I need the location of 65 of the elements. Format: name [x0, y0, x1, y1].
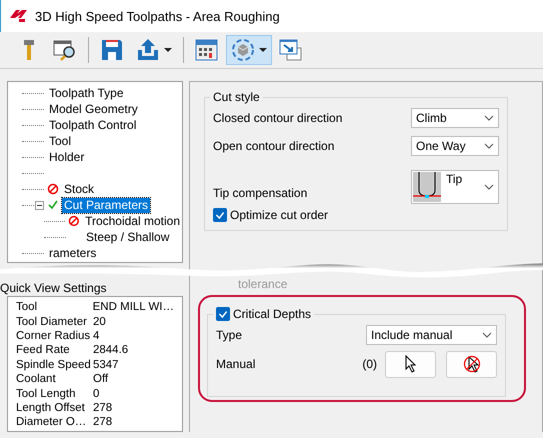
table-cell: END MILL WI… [92, 301, 174, 314]
table-cell-text: Tool [16, 301, 38, 314]
table-cell-text: Diameter O… [16, 416, 88, 428]
table-cell: Off [93, 373, 108, 386]
field-label: Type [216, 328, 242, 342]
table-cell: 5347 [93, 358, 119, 371]
caret-icon [164, 48, 172, 52]
cube-view-icon [231, 38, 255, 62]
tree-item[interactable]: Toolpath Control [47, 118, 138, 132]
collapse-icon[interactable] [35, 200, 44, 210]
chevron-down-icon [484, 115, 494, 121]
table-cell: 278 [93, 402, 112, 414]
tool-tip-icon [413, 172, 441, 202]
table-search-icon [53, 38, 77, 62]
select-button[interactable] [385, 350, 436, 378]
field-label: Manual [216, 357, 256, 371]
dropdown[interactable]: Climb [411, 108, 499, 128]
table-cell: 4 [93, 330, 100, 342]
table-cell: 0 [93, 388, 100, 400]
tree-item[interactable]: Stock [62, 182, 96, 196]
checkbox-label: Optimize cut order [230, 208, 328, 222]
table-cell: 278 [93, 416, 112, 428]
tree-item[interactable]: Model Geometry [47, 102, 140, 116]
save-icon [100, 38, 124, 62]
tree-item[interactable]: Steep / Shallow [84, 230, 172, 244]
app-logo-icon [9, 8, 29, 24]
field-label: Tip compensation [213, 186, 308, 200]
caret-icon [259, 48, 267, 52]
table-cell-text: Tool Diameter [16, 316, 88, 328]
field-label: Closed contour direction [213, 111, 342, 125]
dropdown[interactable]: Tip [411, 170, 499, 204]
dropdown[interactable]: Include manual [366, 325, 497, 345]
cursor-icon [404, 355, 416, 373]
count-label: (0) [362, 357, 377, 371]
window-title: 3D High Speed Toolpaths - Area Roughing [35, 8, 280, 24]
table-cell-text: Spindle Speed [16, 358, 92, 371]
tree-item[interactable]: Cut Parameters [62, 198, 150, 212]
tree-item[interactable]: rameters [47, 246, 98, 260]
table-cell-text: Feed Rate [16, 344, 71, 356]
chevron-down-icon [482, 332, 492, 338]
field-label: Open contour direction [213, 139, 334, 153]
tree-item[interactable]: Trochoidal motion [83, 214, 182, 228]
group-title: Cut style [212, 90, 261, 104]
chevron-down-icon [484, 184, 494, 190]
calculator-icon [195, 38, 219, 62]
clear-button[interactable] [446, 350, 497, 378]
upload-icon [136, 38, 160, 62]
no-cursor-icon [462, 355, 480, 373]
table-cell: 2844.6 [93, 344, 128, 356]
panel-title: Quick View Settings [0, 281, 108, 296]
checkbox[interactable] [216, 307, 230, 321]
tree-item[interactable]: Holder [47, 150, 86, 164]
tree-item[interactable]: Toolpath Type [47, 86, 126, 100]
field-label: tolerance [238, 277, 288, 291]
checkbox-label: Critical Depths [233, 307, 312, 321]
table-cell-text: Length Offset [16, 402, 86, 414]
chevron-down-icon [484, 143, 494, 149]
window-arrow-icon [279, 38, 303, 62]
tree-item[interactable]: Tool [47, 134, 74, 148]
table-cell-text: Tool Length [16, 388, 76, 400]
dropdown[interactable]: One Way [411, 136, 499, 156]
checkbox[interactable] [213, 208, 227, 222]
table-cell-text: Coolant [16, 373, 57, 386]
table-cell: 20 [93, 316, 106, 328]
table-cell-text: Corner Radius [16, 330, 92, 342]
